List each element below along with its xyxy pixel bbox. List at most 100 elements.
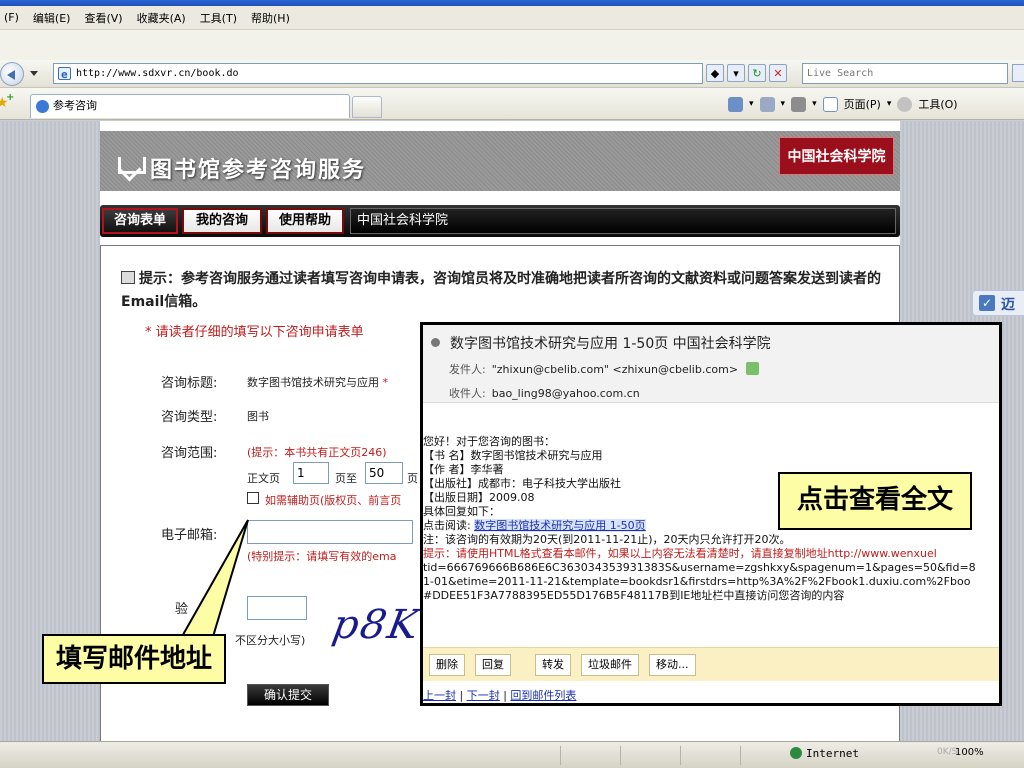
print-icon[interactable]: [791, 96, 807, 112]
address-input[interactable]: http://www.sdxvr.cn/book.do: [53, 63, 703, 84]
move-button[interactable]: 移动...: [649, 654, 696, 676]
email-label: 电子邮箱:: [161, 528, 218, 543]
search-input[interactable]: Live Search: [802, 63, 1008, 84]
view-callout: 点击查看全文: [778, 472, 972, 530]
refresh-icon[interactable]: ↻: [748, 64, 766, 82]
scope-hint: (提示：本书共有正文页246): [247, 446, 387, 459]
form-tip: 提示：参考咨询服务通过读者填写咨询申请表，咨询馆员将及时准确地把读者所咨询的文献…: [121, 268, 891, 314]
history-dropdown-icon[interactable]: [30, 71, 38, 76]
site-nav: 咨询表单 我的咨询 使用帮助 中国社会科学院: [100, 205, 900, 237]
menu-edit[interactable]: 编辑(E): [33, 10, 71, 26]
add-favorite-icon[interactable]: +: [6, 92, 14, 103]
title-value-text: 数字图书馆技术研究与应用: [247, 376, 379, 389]
mail-to-text: bao_ling98@yahoo.com.cn: [491, 387, 640, 400]
search-icon[interactable]: [1012, 64, 1024, 82]
mail-from-text: "zhixun@cbelib.com" <zhixun@cbelib.com>: [491, 363, 739, 376]
mail-subject-text: 数字图书馆技术研究与应用 1-50页 中国社会科学院: [450, 336, 771, 352]
captcha-image[interactable]: p8K: [329, 602, 424, 648]
org-badge: 中国社会科学院: [779, 137, 894, 175]
submit-button[interactable]: 确认提交: [247, 684, 329, 706]
page-from-input[interactable]: 1: [293, 462, 329, 484]
side-float-widget[interactable]: ✓ 迈: [972, 290, 1024, 316]
page-icon: [822, 96, 838, 112]
logo-icon: [114, 151, 146, 181]
menu-file[interactable]: (F): [4, 11, 19, 24]
title-value: 数字图书馆技术研究与应用 *: [247, 374, 388, 390]
back-button[interactable]: [0, 62, 24, 86]
mail-to-label: 收件人:: [449, 387, 486, 400]
tab-current[interactable]: 参考咨询: [30, 94, 350, 118]
home-icon[interactable]: [728, 96, 743, 112]
mail-line: 提示：请使用HTML格式查看本邮件，如果以上内容无法看清楚时，请直接复制地址ht…: [423, 547, 937, 560]
mail-from: 发件人: "zhixun@cbelib.com" <zhixun@cbelib.c…: [449, 361, 759, 377]
mail-footer: 上一封 | 下一封 | 回到邮件列表: [423, 689, 577, 702]
compat-view-icon[interactable]: ◆: [706, 64, 724, 82]
menu-tools[interactable]: 工具(T): [200, 10, 237, 26]
tab-help[interactable]: 使用帮助: [266, 208, 344, 234]
type-value: 图书: [247, 410, 269, 423]
ie-page-icon: [58, 65, 71, 84]
mail-to: 收件人: bao_ling98@yahoo.com.cn: [449, 385, 640, 401]
verify-input[interactable]: [247, 596, 307, 620]
read-fulltext-link[interactable]: 数字图书馆技术研究与应用 1-50页: [474, 519, 646, 532]
tab-ie-icon: [36, 100, 49, 113]
spam-button[interactable]: 垃圾邮件: [581, 654, 639, 676]
back-to-list-link[interactable]: 回到邮件列表: [510, 689, 576, 702]
mail-line: tid=666769666B686E6C363034353931383S&use…: [423, 561, 976, 574]
tab-consult-form[interactable]: 咨询表单: [102, 208, 178, 234]
next-mail-link[interactable]: 下一封: [467, 689, 500, 702]
form-tip-text: 提示：参考咨询服务通过读者填写咨询申请表，咨询馆员将及时准确地把读者所咨询的文献…: [121, 271, 881, 310]
zoom-level[interactable]: 100%: [955, 747, 984, 758]
tab-title: 参考咨询: [53, 99, 97, 112]
aux-page-checkbox[interactable]: [247, 492, 259, 504]
tab-bar: ★ + 参考咨询 ▾ ▾ ▾ 页面(P) ▾ 工具(O): [0, 88, 1024, 120]
page-menu[interactable]: 页面(P): [844, 96, 881, 112]
mail-line: 【书 名】数字图书馆技术研究与应用: [423, 449, 603, 462]
scope-to-label: 页至: [335, 472, 357, 485]
email-hint: (特别提示：请填写有效的ema: [247, 550, 397, 563]
delete-button[interactable]: 删除: [429, 654, 465, 676]
page-to-input[interactable]: 50: [365, 462, 403, 484]
menu-favorites[interactable]: 收藏夹(A): [137, 10, 186, 26]
scope-from-label: 正文页: [247, 472, 280, 485]
status-bar: Internet 0K/S 100%: [0, 741, 1024, 768]
gear-icon: [897, 96, 913, 112]
menu-help[interactable]: 帮助(H): [251, 10, 290, 26]
case-hint: 不区分大小写): [235, 634, 306, 647]
required-star: *: [382, 376, 389, 389]
tip-icon: [121, 271, 135, 284]
status-divider: [620, 746, 621, 765]
aux-page-label: 如需辅助页(版权页、前言页: [265, 494, 402, 507]
reply-button[interactable]: 回复: [475, 654, 511, 676]
stop-icon[interactable]: ✕: [769, 64, 787, 82]
forward-button[interactable]: 转发: [535, 654, 571, 676]
tools-menu[interactable]: 工具(O): [918, 96, 957, 112]
type-label: 咨询类型:: [161, 410, 218, 425]
mail-line: #DDEE51F3A7788395ED55D176B5F48117B到IE地址栏…: [423, 589, 845, 602]
address-bar: http://www.sdxvr.cn/book.do ◆ ▾ ↻ ✕ Live…: [0, 60, 1024, 88]
menu-view[interactable]: 查看(V): [84, 10, 122, 26]
zone-text: Internet: [806, 747, 859, 760]
title-label: 咨询标题:: [161, 376, 218, 391]
status-divider: [560, 746, 561, 765]
feeds-icon[interactable]: [759, 96, 775, 112]
address-text: http://www.sdxvr.cn/book.do: [76, 68, 239, 79]
email-input[interactable]: [247, 520, 413, 544]
globe-icon: [790, 747, 802, 759]
side-arrow-icon: ✓: [979, 295, 995, 311]
prev-mail-link[interactable]: 上一封: [423, 689, 456, 702]
add-contact-icon[interactable]: [745, 362, 759, 375]
new-tab-button[interactable]: [352, 96, 382, 118]
mail-line: 注：该咨询的有效期为20天(到2011-11-21止)，20天内只允许打开20次…: [423, 533, 791, 546]
command-bar: ▾ ▾ ▾ 页面(P) ▾ 工具(O): [728, 96, 958, 112]
address-dropdown-icon[interactable]: ▾: [727, 64, 745, 82]
mail-header: 数字图书馆技术研究与应用 1-50页 中国社会科学院 发件人: "zhixun@c…: [423, 325, 999, 403]
tab-my-consult[interactable]: 我的咨询: [182, 208, 262, 234]
menu-bar: (F) 编辑(E) 查看(V) 收藏夹(A) 工具(T) 帮助(H): [0, 6, 1024, 30]
mail-line: 1-01&etime=2011-11-21&template=bookdsr1&…: [423, 575, 971, 588]
scope-page-label: 页: [407, 472, 418, 485]
banner-title: 图书馆参考咨询服务: [150, 158, 367, 183]
site-banner: 图书馆参考咨询服务 中国社会科学院: [100, 131, 900, 191]
email-callout: 填写邮件地址: [42, 634, 226, 684]
status-divider: [740, 746, 741, 765]
